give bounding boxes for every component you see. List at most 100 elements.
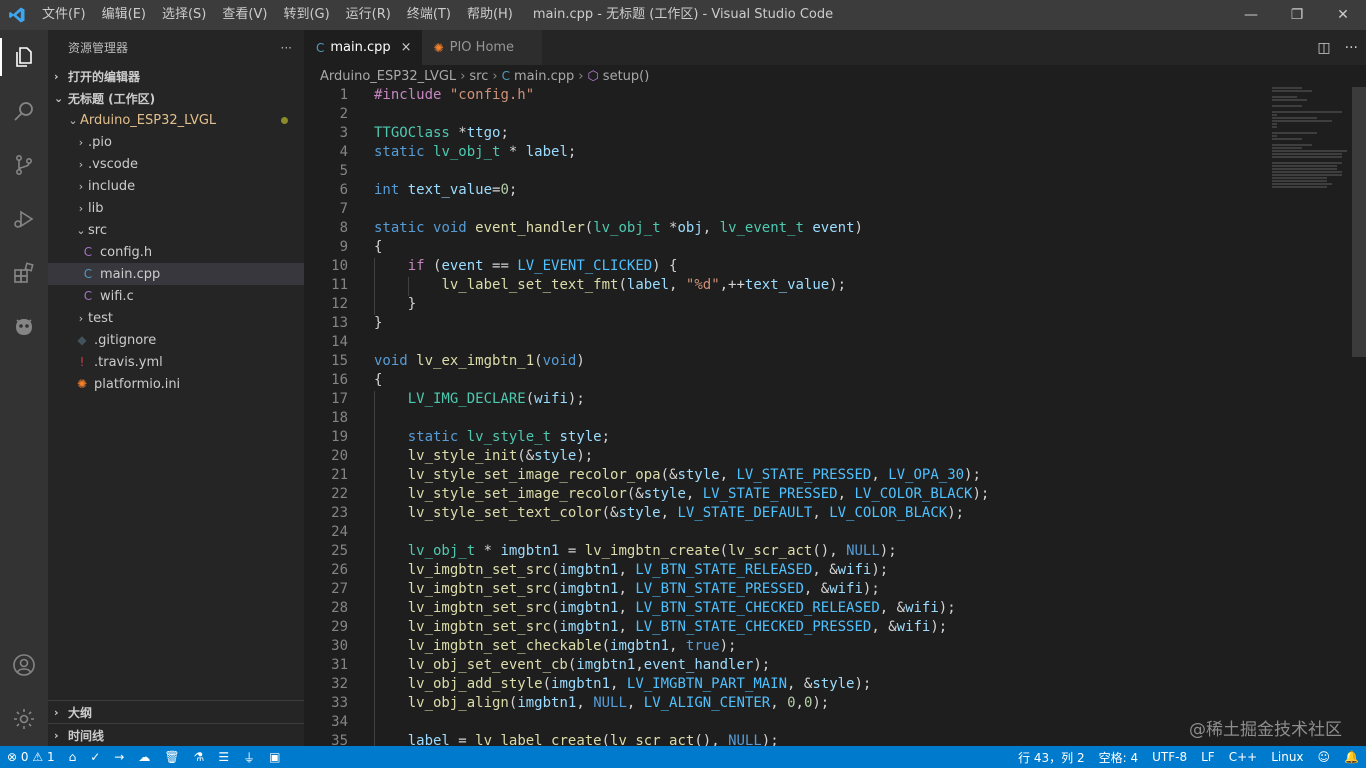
menu-item[interactable]: 转到(G): [275, 0, 337, 30]
pio-clean-icon[interactable]: 🗑: [157, 750, 186, 764]
pio-home-icon[interactable]: ⌂: [62, 750, 84, 764]
tree-folder[interactable]: › .pio: [48, 131, 304, 153]
menu-item[interactable]: 查看(V): [214, 0, 275, 30]
breadcrumb-item[interactable]: src: [469, 69, 488, 84]
minimap-line: [1272, 162, 1342, 164]
tree-folder[interactable]: › .vscode: [48, 153, 304, 175]
menu-item[interactable]: 选择(S): [154, 0, 214, 30]
chevron-right-icon: ›: [54, 705, 59, 719]
open-editors-label: 打开的编辑器: [68, 69, 141, 84]
settings-gear-icon[interactable]: [0, 692, 48, 746]
more-actions-icon[interactable]: ···: [1345, 40, 1358, 56]
pio-tasks-icon[interactable]: ☰: [211, 750, 236, 764]
timeline-section[interactable]: › 时间线: [48, 723, 304, 746]
menu-item[interactable]: 文件(F): [34, 0, 94, 30]
editor-area: C main.cpp × ✺ PIO Home ◫ ··· Arduino_ES…: [304, 30, 1366, 746]
more-actions-icon[interactable]: ···: [281, 41, 292, 55]
open-editors-section[interactable]: › 打开的编辑器: [48, 65, 304, 87]
feedback-icon[interactable]: ☺: [1311, 750, 1338, 764]
split-editor-icon[interactable]: ◫: [1317, 40, 1330, 56]
breadcrumb-item[interactable]: setup(): [603, 69, 650, 84]
menu-item[interactable]: 帮助(H): [459, 0, 521, 30]
breadcrumb-item[interactable]: Arduino_ESP32_LVGL: [320, 69, 456, 84]
tree-file[interactable]: ! .travis.yml: [48, 351, 304, 373]
tree-file[interactable]: Cconfig.h: [48, 241, 304, 263]
activity-bar: [0, 30, 48, 746]
source-control-icon[interactable]: [0, 138, 48, 192]
tree-folder[interactable]: › test: [48, 307, 304, 329]
language-mode[interactable]: C++: [1222, 750, 1265, 764]
code-line: 28 lv_imgbtn_set_src(imgbtn1, LV_BTN_STA…: [304, 600, 1366, 619]
files-icon[interactable]: [0, 30, 48, 84]
breadcrumb-item[interactable]: main.cpp: [514, 69, 574, 84]
outline-section[interactable]: › 大纲: [48, 700, 304, 723]
code-text: static void event_handler(lv_obj_t *obj,…: [374, 220, 863, 236]
tree-item-label: .travis.yml: [94, 354, 163, 370]
code-text: lv_imgbtn_set_src(imgbtn1, LV_BTN_STATE_…: [407, 581, 880, 597]
pio-build-icon[interactable]: ✓: [83, 750, 107, 764]
pio-cloud-icon[interactable]: ☁: [131, 750, 157, 764]
account-icon[interactable]: [0, 638, 48, 692]
explorer-header: 资源管理器 ···: [48, 30, 304, 65]
tree-item-label: .pio: [88, 134, 112, 150]
menu-item[interactable]: 编辑(E): [94, 0, 154, 30]
code-line: 32 lv_obj_add_style(imgbtn1, LV_IMGBTN_P…: [304, 676, 1366, 695]
error-count: 0: [20, 750, 29, 764]
scrollbar-thumb[interactable]: [1352, 87, 1366, 357]
function-icon: ⬡: [587, 68, 599, 84]
pio-upload-icon[interactable]: →: [107, 750, 131, 764]
minimap-line: [1272, 105, 1302, 107]
warning-count: 1: [46, 750, 55, 764]
search-icon[interactable]: [0, 84, 48, 138]
tree-folder[interactable]: › include: [48, 175, 304, 197]
encoding[interactable]: UTF-8: [1145, 750, 1194, 764]
cpp-file-icon: C: [316, 40, 325, 55]
menu-item[interactable]: 运行(R): [338, 0, 399, 30]
cpp-file-icon: C: [83, 267, 93, 281]
indentation[interactable]: 空格: 4: [1092, 749, 1146, 766]
notifications-icon[interactable]: 🔔: [1337, 750, 1366, 764]
code-line: 30 lv_imgbtn_set_checkable(imgbtn1, true…: [304, 638, 1366, 657]
platform[interactable]: Linux: [1264, 750, 1310, 764]
run-debug-icon[interactable]: [0, 192, 48, 246]
tree-folder[interactable]: ⌄ src: [48, 219, 304, 241]
minimize-icon[interactable]: —: [1228, 0, 1274, 30]
end-of-line[interactable]: LF: [1194, 750, 1222, 764]
pio-serial-monitor-icon[interactable]: ⏚: [236, 749, 262, 766]
chevron-right-icon: ›: [54, 69, 59, 83]
tab-pio-home[interactable]: ✺ PIO Home: [421, 30, 543, 65]
code-line: 1 #include "config.h": [304, 87, 1366, 106]
minimap[interactable]: [1272, 87, 1352, 207]
project-folder[interactable]: ⌄ Arduino_ESP32_LVGL: [48, 109, 304, 131]
code-line: 14: [304, 334, 1366, 353]
tree-file[interactable]: Cwifi.c: [48, 285, 304, 307]
line-number: 10: [331, 258, 348, 274]
code-text: lv_obj_add_style(imgbtn1, LV_IMGBTN_PART…: [407, 676, 872, 692]
platformio-icon[interactable]: [0, 300, 48, 354]
code-line: 3 TTGOClass *ttgo;: [304, 125, 1366, 144]
vertical-scrollbar[interactable]: [1352, 87, 1366, 746]
code-line: 26 lv_imgbtn_set_src(imgbtn1, LV_BTN_STA…: [304, 562, 1366, 581]
minimap-line: [1272, 153, 1342, 155]
code-text: LV_IMG_DECLARE(wifi);: [407, 391, 585, 407]
minimap-line: [1272, 111, 1342, 113]
tree-file[interactable]: ◆ .gitignore: [48, 329, 304, 351]
close-icon[interactable]: ×: [401, 40, 412, 55]
code-editor[interactable]: 1 #include "config.h" 2 3 TTGOClass *ttgo;…: [304, 87, 1366, 746]
restore-icon[interactable]: ❐: [1274, 0, 1320, 30]
tree-file[interactable]: Cmain.cpp: [48, 263, 304, 285]
tab-main-cpp[interactable]: C main.cpp ×: [304, 30, 422, 65]
code-line: 6 int text_value=0;: [304, 182, 1366, 201]
cursor-position[interactable]: 行 43，列 2: [1011, 749, 1092, 766]
code-line: 31 lv_obj_set_event_cb(imgbtn1,event_han…: [304, 657, 1366, 676]
problems-indicator[interactable]: ⊗ 0 ⚠ 1: [0, 750, 62, 764]
close-window-icon[interactable]: ✕: [1320, 0, 1366, 30]
workspace-section[interactable]: ⌄ 无标题 (工作区): [48, 87, 304, 109]
tree-file[interactable]: ✺ platformio.ini: [48, 373, 304, 395]
pio-terminal-icon[interactable]: ▣: [262, 750, 287, 764]
tree-folder[interactable]: › lib: [48, 197, 304, 219]
pio-test-icon[interactable]: ⚗: [187, 750, 212, 764]
menu-item[interactable]: 终端(T): [399, 0, 459, 30]
line-number: 31: [331, 657, 348, 673]
extensions-icon[interactable]: [0, 246, 48, 300]
